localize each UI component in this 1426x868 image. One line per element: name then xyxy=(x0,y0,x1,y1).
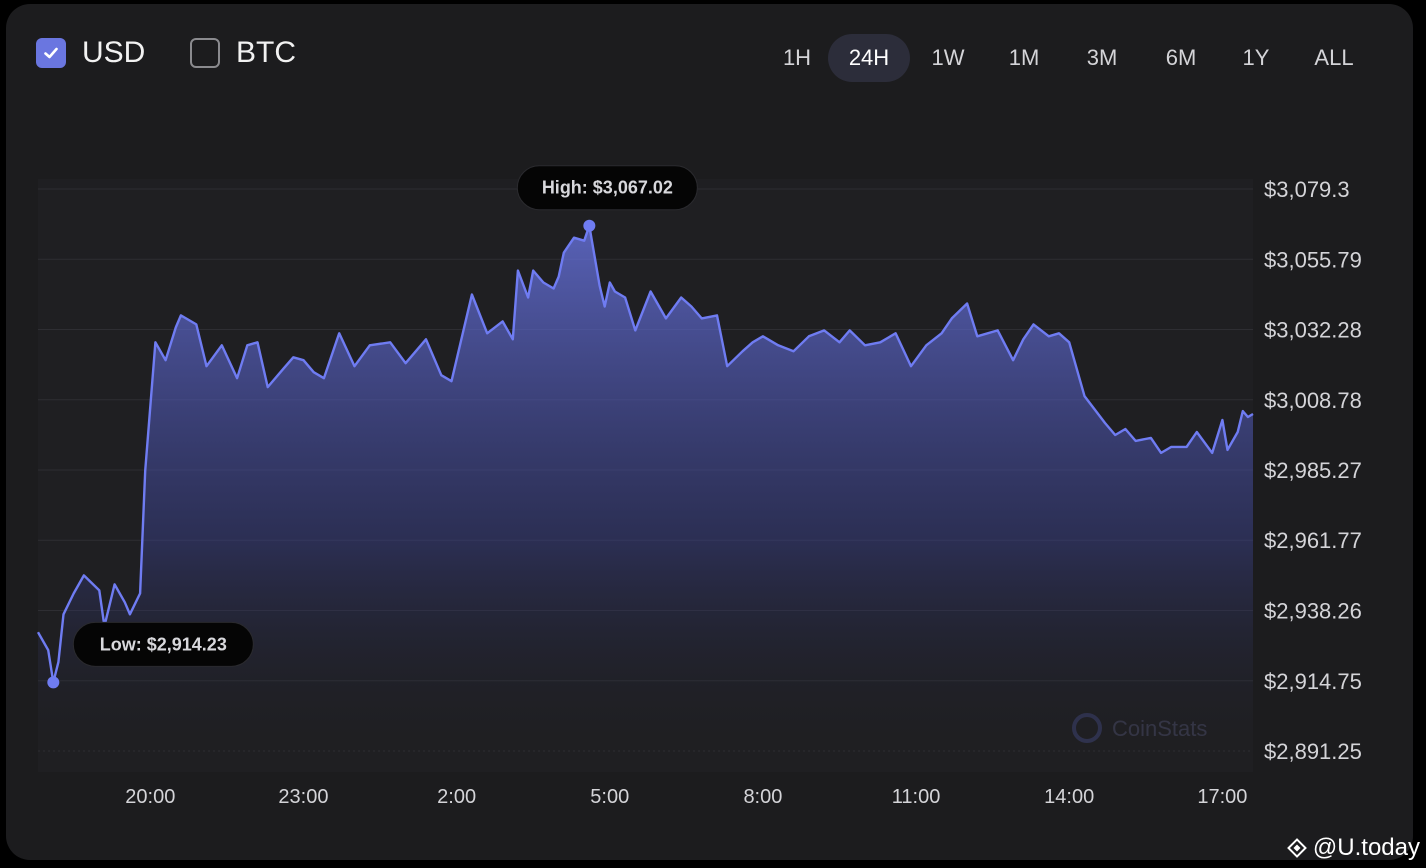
y-tick-label: $3,032.28 xyxy=(1264,318,1362,343)
x-tick-label: 14:00 xyxy=(1044,786,1094,808)
high-label: High: $3,067.02 xyxy=(542,178,673,198)
x-tick-label: 17:00 xyxy=(1197,786,1247,808)
brand-watermark: @U.today xyxy=(1285,834,1420,862)
brand-text: @U.today xyxy=(1312,834,1420,861)
x-tick-label: 11:00 xyxy=(892,786,941,808)
low-marker xyxy=(47,676,60,689)
x-tick-label: 8:00 xyxy=(743,786,782,808)
y-tick-label: $2,914.75 xyxy=(1264,669,1362,694)
x-tick-label: 5:00 xyxy=(590,786,629,808)
low-label: Low: $2,914.23 xyxy=(100,634,227,654)
y-tick-label: $2,938.26 xyxy=(1264,599,1362,624)
y-tick-label: $3,079.3 xyxy=(1264,177,1350,202)
diamond-logo-icon xyxy=(1287,838,1307,858)
y-tick-label: $2,985.27 xyxy=(1264,458,1362,483)
y-tick-label: $2,961.77 xyxy=(1264,528,1362,553)
y-tick-label: $3,008.78 xyxy=(1264,388,1362,413)
price-chart: $3,079.3 $3,055.79 $3,032.28 $3,008.78 $2,98… xyxy=(36,165,1362,808)
high-marker xyxy=(583,219,596,232)
price-chart-card: USD BTC 1H 24H 1W 1M 3M 6M 1Y ALL $3,079… xyxy=(6,4,1413,860)
x-tick-label: 20:00 xyxy=(125,786,175,808)
x-tick-label: 2:00 xyxy=(437,786,476,808)
y-tick-label: $3,055.79 xyxy=(1264,247,1362,272)
x-tick-label: 23:00 xyxy=(278,786,328,808)
y-tick-label: $2,891.25 xyxy=(1264,739,1362,764)
